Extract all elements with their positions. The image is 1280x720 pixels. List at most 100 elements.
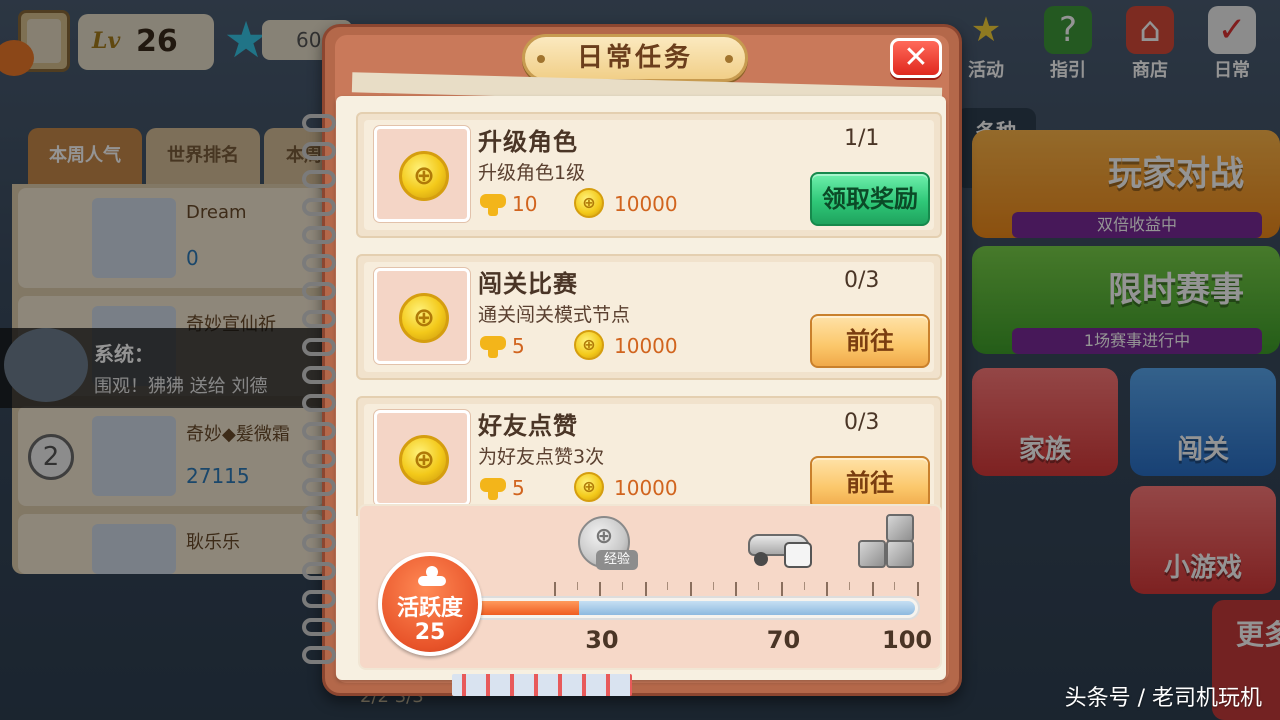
minigame-button[interactable]: 小游戏 [1130, 486, 1276, 594]
progress-tick [758, 582, 760, 590]
task-title: 闯关比赛 [478, 270, 578, 298]
avatar [92, 416, 176, 496]
goto-button[interactable]: 前往 [810, 456, 930, 510]
spiral-ring [302, 394, 336, 412]
progress-tick [803, 582, 805, 590]
task-title: 升级角色 [478, 128, 578, 156]
reward-exp: 10 [512, 192, 538, 216]
question-icon: ? [1044, 6, 1092, 54]
star-icon: ★ [970, 10, 1002, 50]
progress-tick [576, 582, 578, 590]
activity-value: 25 [414, 620, 446, 645]
activity-progress-fill [465, 601, 579, 615]
progress-tick [599, 582, 602, 596]
top-right-menu: ★ 活动 ? 指引 ⌂ 商店 ✓ 日常 [950, 0, 1280, 84]
list-item[interactable]: 耿乐乐 [18, 514, 324, 574]
list-item[interactable]: Dream 0 [18, 188, 324, 288]
close-icon: ✕ [903, 40, 929, 75]
ranking-tabs: 本周人气 世界排名 本周 [28, 128, 348, 184]
task-card: ⊕ 闯关比赛 通关闯关模式节点 5 ⊕ 10000 0/3 前往 [356, 254, 942, 380]
level-label: Lv [92, 28, 121, 54]
strength-icon [480, 190, 506, 216]
milestone-label: 100 [882, 626, 933, 654]
like-count: 0 [186, 246, 199, 270]
chat-icon[interactable] [4, 328, 88, 402]
reward-tag: 经验 [596, 550, 638, 570]
close-button[interactable]: ✕ [890, 38, 942, 78]
reward-exp: 5 [512, 334, 525, 358]
system-text: 围观！狒狒 送给 刘德 [94, 376, 268, 397]
event-title: 限时赛事 [1108, 270, 1244, 310]
spiral-ring [302, 142, 336, 160]
claim-reward-button[interactable]: 领取奖励 [810, 172, 930, 226]
system-message-bar: 系统： 围观！狒狒 送给 刘德 [0, 328, 330, 408]
calendar-check-icon: ✓ [1208, 6, 1256, 54]
progress-tick [644, 582, 647, 596]
family-button[interactable]: 家族 [972, 368, 1118, 476]
task-icon-box: ⊕ [374, 410, 470, 506]
tab-world-ranking[interactable]: 世界排名 [146, 128, 260, 184]
title-plate: 日常任务 [522, 34, 748, 82]
strength-icon [480, 474, 506, 500]
reward-exp: 5 [512, 476, 525, 500]
spiral-ring [302, 562, 336, 580]
guide-button[interactable]: ? 指引 [1032, 6, 1104, 82]
progress-tick [894, 582, 896, 590]
level-box: Lv 26 [78, 14, 214, 70]
reward-coins: 10000 [614, 192, 678, 216]
spiral-ring [302, 422, 336, 440]
exp-coin-icon[interactable]: ⊕ 经验 [578, 516, 638, 570]
task-card: ⊕ 好友点赞 为好友点赞3次 5 ⊕ 10000 0/3 前往 [356, 396, 942, 516]
event-subtitle: 1场赛事进行中 [1012, 328, 1262, 354]
avatar [92, 198, 176, 278]
progress-tick [871, 582, 874, 596]
limited-event-button[interactable]: 限时赛事 1场赛事进行中 [972, 246, 1280, 354]
strength-icon [480, 332, 506, 358]
spiral-ring [302, 338, 336, 356]
spiral-ring [302, 618, 336, 636]
spiral-ring [302, 646, 336, 664]
milestone-label: 70 [766, 626, 801, 654]
daily-label: 日常 [1214, 60, 1250, 81]
reward-coins: 10000 [614, 334, 678, 358]
watermark: 头条号 / 老司机玩机 [1064, 686, 1262, 711]
goto-button[interactable]: 前往 [810, 314, 930, 368]
pvp-title: 玩家对战 [1108, 154, 1244, 194]
car-dice-icon[interactable] [748, 522, 818, 568]
progress-tick [780, 582, 783, 596]
activity-progress-bar [460, 596, 920, 620]
spiral-ring [302, 506, 336, 524]
task-icon-box: ⊕ [374, 268, 470, 364]
like-count: 27115 [186, 464, 250, 488]
daily-task-dialog: 日常任务 ✕ ⊕ 升级角色 升级角色1级 10 ⊕ 10000 1/1 领取奖励… [302, 24, 962, 696]
dialog-title: 日常任务 [576, 43, 693, 73]
player-name: 耿乐乐 [186, 532, 240, 553]
avatar [92, 524, 176, 574]
spiral-ring [302, 198, 336, 216]
daily-button[interactable]: ✓ 日常 [1196, 6, 1268, 82]
progress-tick [735, 582, 738, 596]
progress-tick [690, 582, 692, 596]
coin-icon: ⊕ [574, 472, 604, 502]
task-title: 好友点赞 [478, 412, 578, 440]
paper-tab [452, 674, 632, 696]
minigame-label: 小游戏 [1163, 553, 1242, 583]
milestone-label: 30 [585, 626, 619, 654]
puzzle-icon[interactable] [858, 514, 918, 570]
task-progress: 0/3 [844, 410, 880, 435]
activity-panel: ⊕ 经验 30 70 100 活跃度 25 [358, 504, 942, 670]
task-list[interactable]: ⊕ 升级角色 升级角色1级 10 ⊕ 10000 1/1 领取奖励 ⊕ 闯关比赛… [356, 112, 944, 516]
tab-weekly-popularity[interactable]: 本周人气 [28, 128, 142, 184]
adventure-button[interactable]: 闯关 [1130, 368, 1276, 476]
spiral-ring [302, 590, 336, 608]
progress-tick [553, 582, 556, 596]
adventure-label: 闯关 [1176, 435, 1229, 465]
reward-coins: 10000 [614, 476, 678, 500]
progress-tick [621, 582, 623, 590]
list-item[interactable]: 2 奇妙◆髮微霜 27115 [18, 406, 324, 506]
strength-icon [418, 566, 446, 588]
shop-button[interactable]: ⌂ 商店 [1114, 6, 1186, 82]
coin-icon: ⊕ [399, 435, 449, 485]
pvp-button[interactable]: 玩家对战 双倍收益中 [972, 130, 1280, 238]
rank-number: 2 [28, 434, 74, 480]
